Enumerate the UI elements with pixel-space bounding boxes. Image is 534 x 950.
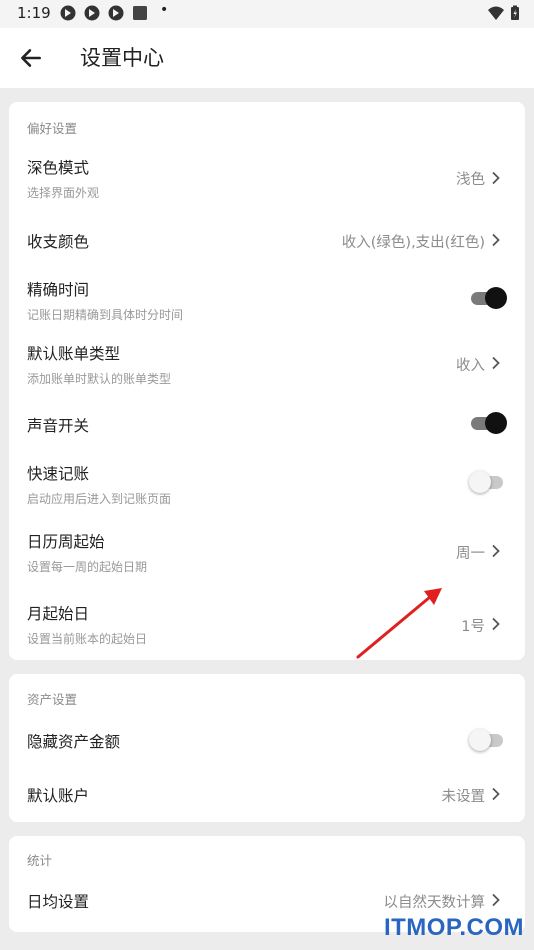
setting-row-month-start[interactable]: 月起始日 设置当前账本的起始日 1号 [9, 588, 525, 660]
page-title: 设置中心 [80, 46, 164, 70]
section-title-preferences: 偏好设置 [27, 121, 78, 136]
setting-description: 记账日期精确到具体时分时间 [27, 308, 184, 322]
quick-entry-toggle[interactable] [469, 470, 507, 494]
square-notification-icon [133, 6, 147, 20]
annotation-arrow-icon [356, 588, 442, 659]
chevron-right-icon [492, 233, 500, 247]
battery-icon [511, 5, 519, 20]
toggle-knob [485, 287, 507, 309]
setting-label: 日历周起始 [27, 533, 105, 551]
chevron-right-icon [492, 787, 500, 801]
setting-label: 深色模式 [27, 159, 90, 177]
app-bar: 设置中心 [0, 28, 534, 88]
setting-row-quick-entry: 快速记账 启动应用后进入到记账页面 [9, 452, 525, 520]
app-notification-icon [60, 5, 76, 21]
setting-label: 声音开关 [27, 417, 90, 435]
setting-row-hide-amount: 隐藏资产金额 [9, 714, 525, 768]
chevron-right-icon [492, 356, 500, 370]
setting-description: 启动应用后进入到记账页面 [27, 492, 172, 506]
precise-time-toggle[interactable] [469, 286, 507, 310]
setting-value: 收入 [456, 358, 485, 374]
preferences-card: 偏好设置 深色模式 选择界面外观 浅色 收支颜色 收入(绿色),支出(红色) 精… [9, 102, 525, 660]
more-notifications-dot: • [160, 2, 169, 18]
setting-value: 收入(绿色),支出(红色) [341, 235, 485, 251]
app-notification-icon [108, 5, 124, 21]
setting-value: 以自然天数计算 [383, 895, 486, 911]
setting-row-income-color[interactable]: 收支颜色 收入(绿色),支出(红色) [9, 210, 525, 268]
status-right-icons [487, 5, 520, 25]
setting-description: 添加账单时默认的账单类型 [27, 372, 172, 386]
chevron-right-icon [492, 893, 500, 907]
setting-value: 1号 [461, 619, 485, 635]
chevron-right-icon [492, 617, 500, 631]
back-arrow-icon[interactable] [18, 45, 44, 71]
wifi-icon [488, 6, 505, 20]
status-time: 1:19 [17, 4, 51, 22]
setting-row-sound: 声音开关 [9, 396, 525, 452]
chevron-right-icon [492, 171, 500, 185]
setting-label: 精确时间 [27, 281, 90, 299]
app-notification-icon [84, 5, 100, 21]
setting-label: 月起始日 [27, 605, 90, 623]
toggle-knob [469, 471, 491, 493]
assets-card: 资产设置 隐藏资产金额 默认账户 未设置 [9, 674, 525, 822]
setting-description: 选择界面外观 [27, 186, 100, 200]
setting-label: 收支颜色 [27, 233, 90, 251]
setting-value: 周一 [456, 546, 485, 562]
sound-toggle[interactable] [469, 411, 507, 435]
setting-label: 快速记账 [27, 465, 90, 483]
chevron-right-icon [492, 544, 500, 558]
setting-label: 默认账户 [27, 787, 90, 805]
setting-value: 浅色 [456, 172, 485, 188]
watermark-logo: ITMOP.COM [383, 914, 524, 941]
setting-value: 未设置 [441, 789, 486, 805]
section-title-stats: 统计 [27, 853, 53, 868]
setting-row-default-account[interactable]: 默认账户 未设置 [9, 768, 525, 822]
setting-label: 日均设置 [27, 893, 90, 911]
toggle-knob [485, 412, 507, 434]
status-bar: 1:19 • [0, 0, 534, 28]
setting-label: 隐藏资产金额 [27, 733, 121, 751]
setting-description: 设置当前账本的起始日 [27, 632, 148, 646]
setting-row-dark-mode[interactable]: 深色模式 选择界面外观 浅色 [9, 144, 525, 210]
section-title-assets: 资产设置 [27, 692, 78, 707]
toggle-knob [469, 729, 491, 751]
setting-description: 设置每一周的起始日期 [27, 560, 148, 574]
setting-row-default-bill-type[interactable]: 默认账单类型 添加账单时默认的账单类型 收入 [9, 334, 525, 396]
hide-amount-toggle[interactable] [469, 728, 507, 752]
setting-label: 默认账单类型 [27, 345, 121, 363]
setting-row-precise-time: 精确时间 记账日期精确到具体时分时间 [9, 268, 525, 334]
setting-row-week-start[interactable]: 日历周起始 设置每一周的起始日期 周一 [9, 520, 525, 588]
